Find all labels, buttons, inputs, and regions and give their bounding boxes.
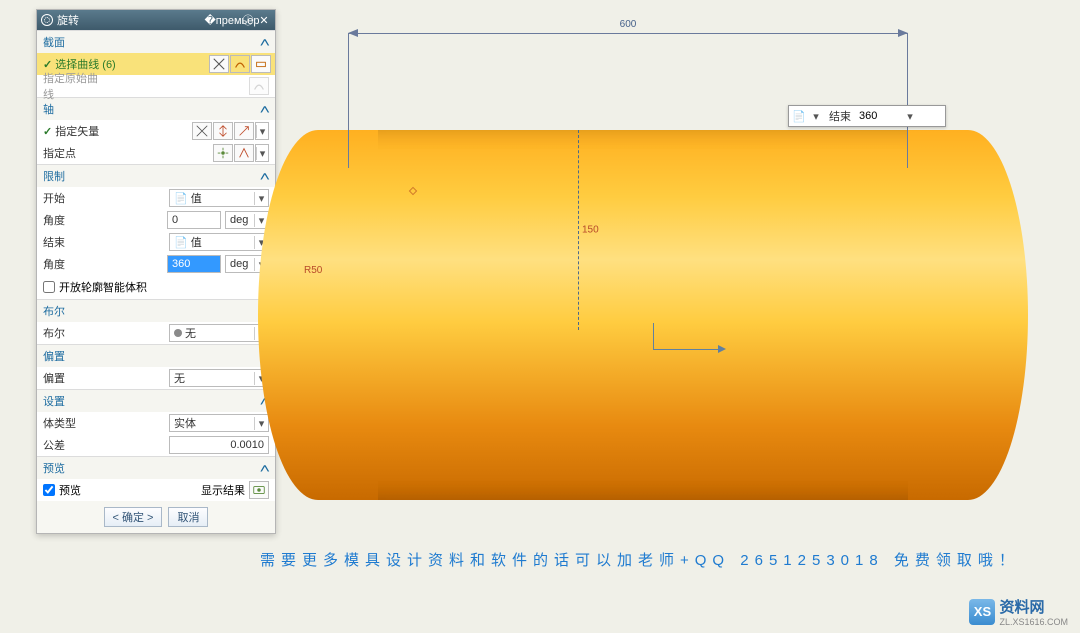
- stop-at-intersection-icon[interactable]: [251, 55, 271, 73]
- section-axis: 轴 ˄ ✓指定矢量 ▾ 指定点 ▾: [37, 97, 275, 164]
- dialog-title: 旋转: [57, 12, 79, 28]
- show-result-icon[interactable]: [249, 481, 269, 499]
- section-boolean: 布尔 ˄ 布尔 无▾: [37, 299, 275, 344]
- body-type-dropdown[interactable]: 实体▾: [169, 414, 269, 432]
- section-header[interactable]: 偏置 ˄: [37, 345, 275, 367]
- radius-label: R50: [304, 265, 322, 276]
- cancel-button[interactable]: 取消: [168, 507, 208, 527]
- float-angle-input[interactable]: [857, 108, 903, 124]
- body-type-label: 体类型: [43, 415, 101, 431]
- promo-text: 需要更多模具设计资料和软件的话可以加老师+QQ 2651253018 免费领取哦…: [260, 549, 1020, 570]
- chevron-up-icon: ˄: [260, 169, 271, 184]
- close-icon[interactable]: ✕: [257, 13, 271, 27]
- end-type-dropdown[interactable]: 📄 值▾: [169, 233, 269, 251]
- viewport-3d[interactable]: 600 150 R50 📄 ▾ 结束 ▾: [278, 0, 1080, 633]
- check-icon: ✓: [43, 126, 52, 138]
- vertical-dimension: 150: [568, 130, 588, 330]
- orig-curve-row[interactable]: 指定原始曲线: [37, 75, 275, 97]
- chevron-up-icon: ˄: [260, 461, 271, 476]
- dropdown-arrow-icon[interactable]: ▾: [809, 110, 823, 123]
- tolerance-input[interactable]: [169, 436, 269, 454]
- boolean-dropdown[interactable]: 无▾: [169, 324, 269, 342]
- gear-icon: [41, 14, 53, 26]
- point-constructor-icon[interactable]: [234, 144, 254, 162]
- arrow-icon: [718, 345, 726, 353]
- end-angle-input[interactable]: [167, 255, 221, 273]
- boolean-label: 布尔: [43, 325, 101, 341]
- vector-dropdown[interactable]: ▾: [255, 122, 269, 140]
- section-header[interactable]: 设置 ˄: [37, 390, 275, 412]
- section-crosssection: 截面 ˄ ✓选择曲线 (6) 指定原始曲线: [37, 30, 275, 97]
- chevron-up-icon: ˄: [260, 102, 271, 117]
- ok-button[interactable]: < 确定 >: [104, 507, 163, 527]
- show-result-label: 显示结果: [201, 482, 245, 498]
- rollup-icon[interactable]: �премьер: [225, 13, 239, 27]
- start-angle-label: 角度: [43, 212, 101, 228]
- sketch-section-icon[interactable]: [209, 55, 229, 73]
- offset-label: 偏置: [43, 370, 101, 386]
- reverse-direction-icon[interactable]: [213, 122, 233, 140]
- specify-point-row[interactable]: 指定点 ▾: [37, 142, 275, 164]
- chevron-up-icon: ˄: [260, 35, 271, 50]
- start-unit-dropdown[interactable]: deg▾: [225, 211, 269, 229]
- open-volume-checkbox[interactable]: 开放轮廓智能体积: [37, 275, 275, 299]
- section-header[interactable]: 截面 ˄: [37, 31, 275, 53]
- watermark-logo: XS 资料网 ZL.XS1616.COM: [969, 596, 1068, 627]
- offset-dropdown[interactable]: 无▾: [169, 369, 269, 387]
- preview-checkbox[interactable]: 预览: [43, 482, 81, 498]
- specify-vector-row[interactable]: ✓指定矢量 ▾: [37, 120, 275, 142]
- dialog-buttons: < 确定 > 取消: [37, 501, 275, 533]
- start-label: 开始: [43, 190, 101, 206]
- revolve-body-preview: [288, 130, 998, 500]
- section-offset: 偏置 ˄ 偏置 无▾: [37, 344, 275, 389]
- orig-curve-icon: [249, 77, 269, 95]
- point-dropdown[interactable]: ▾: [255, 144, 269, 162]
- vector-dialog-icon[interactable]: [192, 122, 212, 140]
- rollup-icon[interactable]: ⓘ: [241, 13, 255, 27]
- revolve-dialog: 旋转 �премьер ⓘ ✕ 截面 ˄ ✓选择曲线 (6) 指定原始曲线: [36, 9, 276, 534]
- inferred-vector-icon[interactable]: [234, 122, 254, 140]
- section-settings: 设置 ˄ 体类型 实体▾ 公差: [37, 389, 275, 456]
- section-header[interactable]: 布尔 ˄: [37, 300, 275, 322]
- point-dialog-icon[interactable]: [213, 144, 233, 162]
- logo-name: 资料网: [999, 599, 1044, 616]
- dialog-titlebar[interactable]: 旋转 �премьер ⓘ ✕: [37, 10, 275, 30]
- end-angle-label: 角度: [43, 256, 101, 272]
- section-limit: 限制 ˄ 开始 📄 值▾ 角度 deg▾ 结束 📄 值▾ 角度 deg▾ 开放: [37, 164, 275, 299]
- end-label: 结束: [43, 234, 101, 250]
- logo-mark: XS: [969, 599, 995, 625]
- dropdown-arrow-icon[interactable]: ▾: [903, 110, 917, 123]
- tolerance-label: 公差: [43, 437, 101, 453]
- start-angle-input[interactable]: [167, 211, 221, 229]
- logo-url: ZL.XS1616.COM: [999, 617, 1068, 627]
- drag-handle[interactable]: [653, 323, 723, 353]
- value-icon: 📄: [789, 107, 809, 125]
- horizontal-dimension: 600: [348, 23, 908, 43]
- section-header[interactable]: 预览 ˄: [37, 457, 275, 479]
- none-icon: [174, 329, 182, 337]
- curve-select-icon[interactable]: [230, 55, 250, 73]
- start-type-dropdown[interactable]: 📄 值▾: [169, 189, 269, 207]
- section-header[interactable]: 限制 ˄: [37, 165, 275, 187]
- floating-end-input[interactable]: 📄 ▾ 结束 ▾: [788, 105, 946, 127]
- section-preview: 预览 ˄ 预览 显示结果: [37, 456, 275, 501]
